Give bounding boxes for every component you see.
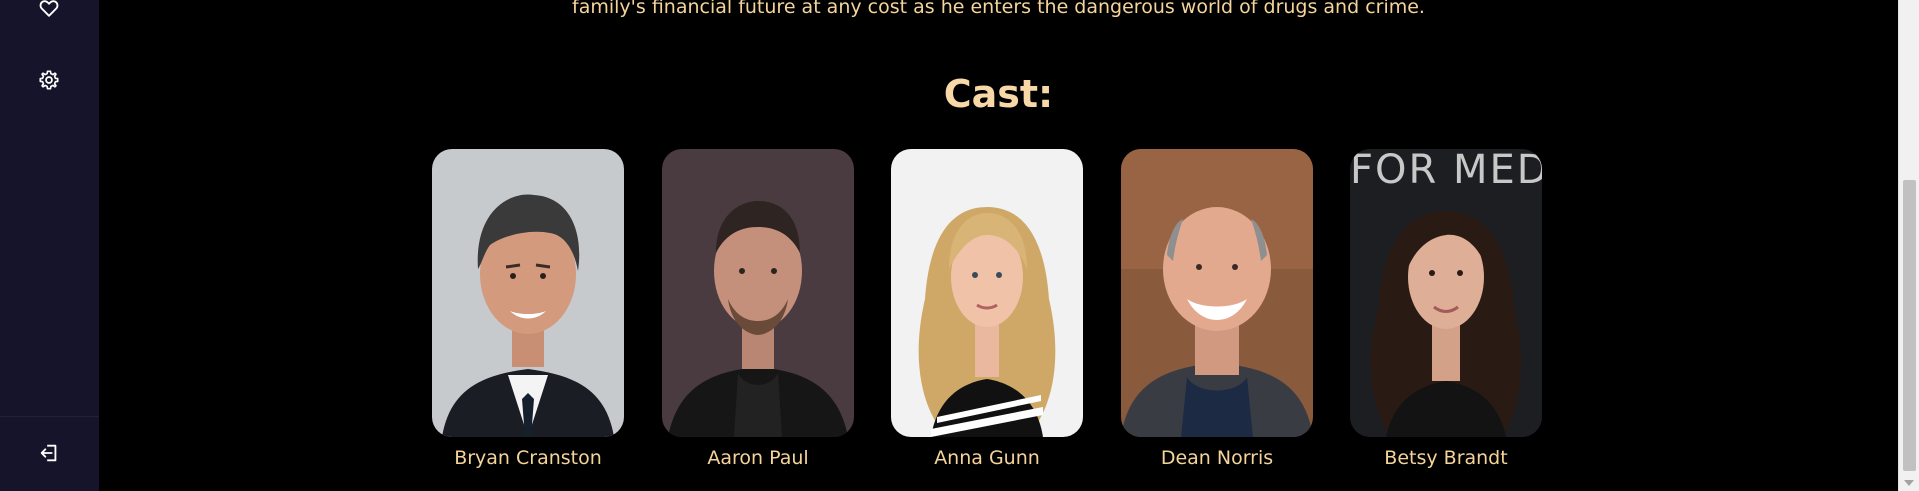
cast-card[interactable]: FOR MEDI Betsy Brandt [1350,149,1542,469]
gear-icon [39,70,59,90]
backdrop-logo: FOR MEDI [1350,149,1542,193]
sidebar [0,0,99,491]
cast-photo [891,149,1083,437]
cast-photo [1121,149,1313,437]
logout-icon [40,444,57,462]
cast-name: Bryan Cranston [454,447,602,469]
sidebar-footer [0,416,99,491]
scrollbar-thumb[interactable] [1903,180,1916,471]
scroll-down-arrow-icon[interactable] [1904,480,1914,486]
cast-photo: FOR MEDI [1350,149,1542,437]
cast-heading: Cast: [943,72,1054,116]
logout-button[interactable] [33,437,65,469]
show-synopsis: family's financial future at any cost as… [572,0,1425,18]
page-scrollbar[interactable] [1898,0,1919,491]
cast-name: Anna Gunn [934,447,1040,469]
cast-card[interactable]: Bryan Cranston [432,149,624,469]
cast-photo [432,149,624,437]
cast-name: Dean Norris [1160,447,1274,469]
heart-icon [39,0,59,17]
cast-name: Aaron Paul [707,447,809,469]
cast-card[interactable]: Dean Norris [1121,149,1313,469]
cast-photo [662,149,854,437]
main-content: family's financial future at any cost as… [99,0,1898,491]
cast-card[interactable]: Anna Gunn [891,149,1083,469]
favorites-button[interactable] [33,0,65,24]
cast-name: Betsy Brandt [1384,447,1508,469]
cast-card[interactable]: Aaron Paul [662,149,854,469]
settings-button[interactable] [33,64,65,96]
